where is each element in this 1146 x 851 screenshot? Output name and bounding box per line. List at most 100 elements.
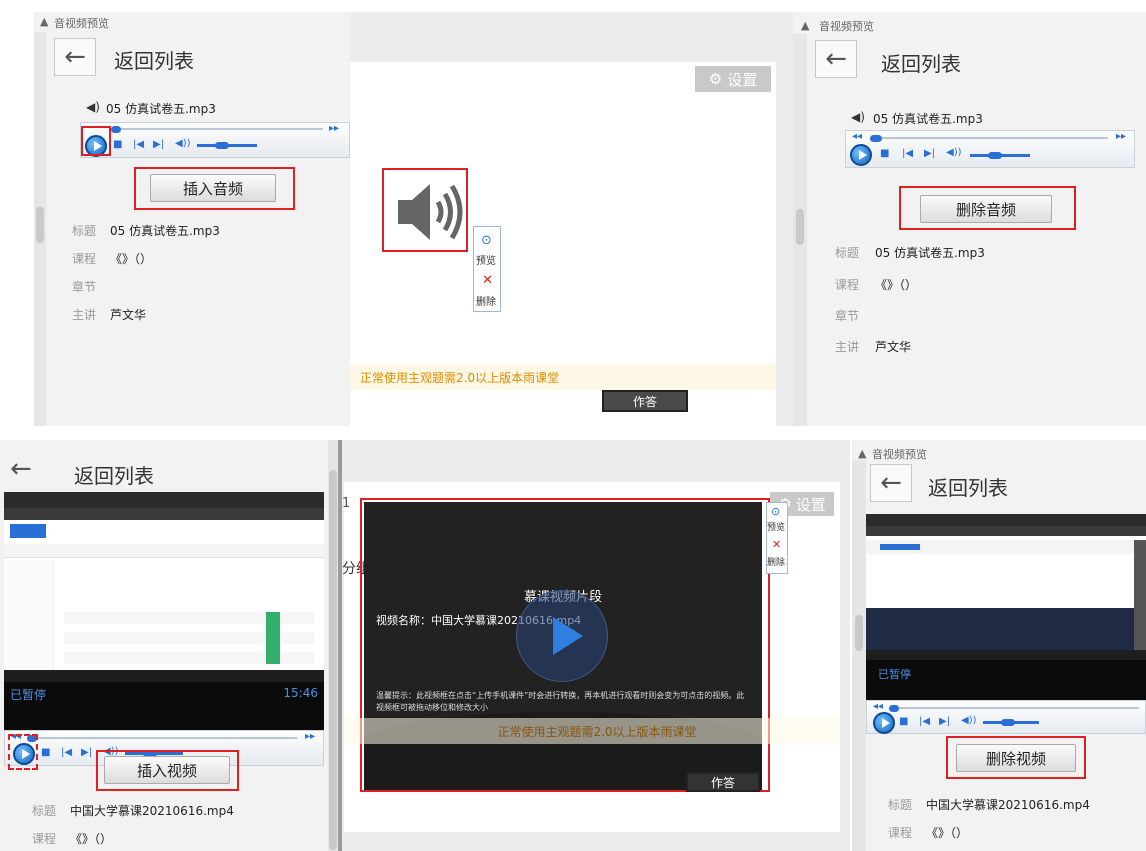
progress-track[interactable] — [889, 707, 1139, 709]
button-highlight — [134, 167, 295, 210]
speaker-icon: ◀) — [851, 110, 865, 124]
progress-knob[interactable] — [870, 135, 882, 142]
status-text: 已暂停 — [10, 688, 47, 702]
back-button[interactable]: ← — [815, 40, 857, 78]
volume-knob[interactable] — [215, 142, 229, 149]
answer-button[interactable]: 作答 — [686, 772, 760, 792]
collapse-icon[interactable]: ▲ — [801, 19, 809, 32]
back-label[interactable]: 返回列表 — [881, 48, 961, 77]
video-player: ◂◂ ■ |◀ ▶| ◀)) — [866, 700, 1146, 734]
slide-editor-audio: ⚙ 设置 ⊙ 预览 ✕ 删除 正常使用主观题需2.0以上版本雨课堂 作答 — [350, 12, 793, 426]
next-icon[interactable]: ▶| — [81, 747, 92, 758]
rewind-icon[interactable]: ◂◂ — [873, 701, 883, 712]
track-name: 05 仿真试卷五.mp3 — [106, 102, 216, 116]
audio-insert-panel: ▲ 音视频预览 ← 返回列表 ◀) 05 仿真试卷五.mp3 ▸▸ ■ |◀ ▶… — [34, 12, 350, 426]
stop-icon[interactable]: ■ — [41, 747, 50, 758]
preview-label[interactable]: 预览 — [476, 252, 496, 267]
delete-label[interactable]: 删除 — [476, 293, 496, 308]
scrollbar[interactable] — [34, 32, 46, 426]
video-highlight — [360, 498, 770, 792]
status-text: 已暂停 — [878, 668, 911, 681]
close-icon[interactable]: ✕ — [482, 273, 493, 288]
back-label[interactable]: 返回列表 — [928, 472, 1008, 501]
forward-icon[interactable]: ▸▸ — [305, 731, 315, 742]
field-value-course: 《》（） — [926, 826, 969, 840]
video-frame — [866, 514, 1146, 660]
progress-knob[interactable] — [889, 705, 899, 712]
play-button[interactable] — [850, 144, 872, 166]
field-label-course: 课程 — [835, 278, 860, 292]
field-label-chapter: 章节 — [835, 309, 860, 323]
notice-bar: 正常使用主观题需2.0以上版本雨课堂 — [344, 718, 840, 744]
track-name: 05 仿真试卷五.mp3 — [873, 112, 983, 126]
forward-icon[interactable]: ▸▸ — [1116, 131, 1126, 142]
question-number: 1 — [342, 496, 351, 511]
play-circle-icon[interactable]: ⊙ — [771, 505, 780, 518]
scrollbar[interactable] — [793, 34, 807, 426]
progress-track[interactable] — [27, 737, 297, 739]
play-circle-icon[interactable]: ⊙ — [481, 233, 492, 248]
volume-icon[interactable]: ◀)) — [961, 715, 977, 726]
field-label-lecturer: 主讲 — [72, 308, 97, 322]
answer-button[interactable]: 作答 — [602, 390, 688, 412]
next-icon[interactable]: ▶| — [939, 716, 950, 727]
delete-label[interactable]: 删除 — [767, 555, 785, 568]
close-icon[interactable]: ✕ — [772, 538, 781, 551]
video-context-menu: ⊙ 预览 ✕ 删除 — [766, 502, 788, 574]
field-label-course: 课程 — [888, 826, 913, 840]
volume-knob[interactable] — [988, 152, 1002, 159]
back-button[interactable]: ← — [870, 464, 912, 502]
button-highlight — [899, 186, 1076, 230]
volume-icon[interactable]: ◀)) — [175, 138, 191, 149]
collapse-icon[interactable]: ▲ — [858, 447, 866, 460]
back-button[interactable]: ← — [54, 38, 96, 76]
next-icon[interactable]: ▶| — [153, 139, 164, 150]
audio-player: ◂◂ ▸▸ ■ |◀ ▶| ◀)) — [845, 130, 1135, 168]
stop-icon[interactable]: ■ — [899, 716, 908, 727]
scrollbar[interactable] — [852, 460, 866, 851]
back-label[interactable]: 返回列表 — [74, 460, 154, 489]
section-title: 音视频预览 — [54, 17, 109, 30]
arrow-left-icon: ← — [880, 468, 902, 498]
notice-bar: 正常使用主观题需2.0以上版本雨课堂 — [350, 364, 776, 390]
forward-icon[interactable]: ▸▸ — [329, 123, 339, 134]
button-highlight — [96, 750, 239, 791]
speaker-highlight — [382, 168, 468, 252]
audio-player: ▸▸ ■ |◀ ▶| ◀)) — [80, 122, 350, 158]
slide-editor-video: ⚙ 设置 1 分组答题 慕课视频片段 视频名称：中国大学慕课20210616.m… — [338, 440, 850, 851]
progress-track[interactable] — [870, 137, 1108, 139]
play-highlight — [8, 734, 38, 770]
next-icon[interactable]: ▶| — [924, 148, 935, 159]
progress-track[interactable] — [111, 128, 323, 130]
prev-icon[interactable]: |◀ — [919, 716, 930, 727]
field-value-title: 05 仿真试卷五.mp3 — [875, 246, 985, 260]
volume-knob[interactable] — [1001, 719, 1015, 726]
section-title: 音视频预览 — [872, 448, 927, 461]
video-status-bar: 已暂停 — [866, 660, 1146, 700]
back-label[interactable]: 返回列表 — [114, 45, 194, 74]
prev-icon[interactable]: |◀ — [902, 148, 913, 159]
scrollbar[interactable] — [328, 440, 338, 851]
back-button[interactable]: ← — [10, 454, 32, 484]
volume-icon[interactable]: ◀)) — [946, 147, 962, 158]
settings-button[interactable]: ⚙ 设置 — [695, 66, 771, 92]
play-button[interactable] — [873, 712, 895, 734]
collapse-icon[interactable]: ▲ — [40, 15, 48, 28]
field-label-title: 标题 — [32, 804, 57, 818]
field-label-title: 标题 — [888, 798, 913, 812]
stop-icon[interactable]: ■ — [113, 139, 122, 150]
progress-knob[interactable] — [111, 126, 121, 133]
stop-icon[interactable]: ■ — [880, 148, 889, 159]
field-value-title: 中国大学慕课20210616.mp4 — [926, 798, 1090, 812]
audio-context-menu: ⊙ 预览 ✕ 删除 — [473, 226, 501, 312]
arrow-left-icon: ← — [825, 44, 847, 74]
preview-label[interactable]: 预览 — [767, 520, 785, 533]
field-label-chapter: 章节 — [72, 280, 97, 294]
prev-icon[interactable]: |◀ — [133, 139, 144, 150]
video-frame — [4, 492, 324, 682]
rewind-icon[interactable]: ◂◂ — [852, 131, 862, 142]
prev-icon[interactable]: |◀ — [61, 747, 72, 758]
field-value-lecturer: 芦文华 — [875, 340, 912, 354]
video-insert-panel: ← 返回列表 已暂停 15:46 ◂◂ ▸▸ ■ |◀ ▶| ◀)) 插入视频 … — [0, 440, 338, 851]
video-status-bar: 已暂停 15:46 — [4, 682, 324, 730]
